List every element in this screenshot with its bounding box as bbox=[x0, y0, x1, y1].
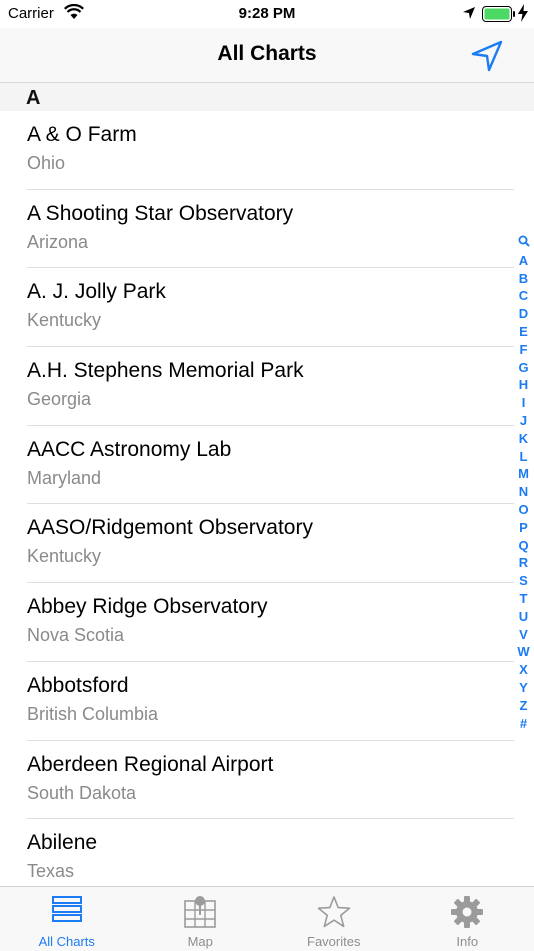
index-letter[interactable]: J bbox=[520, 412, 527, 430]
list-item[interactable]: AACC Astronomy Lab Maryland bbox=[0, 426, 534, 505]
charging-bolt-icon bbox=[518, 4, 528, 26]
list-item[interactable]: A. J. Jolly Park Kentucky bbox=[0, 268, 534, 347]
index-letter[interactable]: T bbox=[520, 590, 528, 608]
tab-info[interactable]: Info bbox=[401, 887, 534, 951]
section-header-a: A bbox=[0, 83, 534, 111]
index-letter[interactable]: U bbox=[519, 608, 528, 626]
list-item[interactable]: A Shooting Star Observatory Arizona bbox=[0, 190, 534, 269]
index-letter[interactable]: V bbox=[519, 626, 528, 644]
list-item-name: A.H. Stephens Memorial Park bbox=[27, 359, 304, 383]
tab-favorites[interactable]: Favorites bbox=[267, 887, 401, 951]
list-item[interactable]: AASO/Ridgemont Observatory Kentucky bbox=[0, 504, 534, 583]
index-letter[interactable]: K bbox=[519, 430, 528, 448]
list-item-name: AASO/Ridgemont Observatory bbox=[27, 516, 313, 540]
list-item-name: Abilene bbox=[27, 831, 97, 855]
index-letter[interactable]: # bbox=[520, 715, 527, 733]
list-item-name: A. J. Jolly Park bbox=[27, 280, 166, 304]
list-item-name: A Shooting Star Observatory bbox=[27, 202, 293, 226]
list-item[interactable]: Aberdeen Regional Airport South Dakota bbox=[0, 741, 534, 820]
index-letter[interactable]: L bbox=[520, 448, 528, 466]
tab-bar: All Charts Map Favorites bbox=[0, 886, 534, 951]
list-item[interactable]: Abbotsford British Columbia bbox=[0, 662, 534, 741]
star-icon bbox=[317, 895, 351, 934]
index-letter[interactable]: W bbox=[517, 643, 529, 661]
index-letter[interactable]: Y bbox=[519, 679, 528, 697]
tab-map[interactable]: Map bbox=[134, 887, 268, 951]
index-letter[interactable]: B bbox=[519, 270, 528, 288]
index-letter[interactable]: N bbox=[519, 483, 528, 501]
list-item-region: Ohio bbox=[27, 153, 65, 174]
index-letter[interactable]: I bbox=[522, 394, 526, 412]
list-item[interactable]: Abbey Ridge Observatory Nova Scotia bbox=[0, 583, 534, 662]
tab-label: Favorites bbox=[267, 934, 401, 949]
index-letter[interactable]: M bbox=[518, 465, 529, 483]
index-letter[interactable]: R bbox=[519, 554, 528, 572]
list-item-region: Kentucky bbox=[27, 546, 101, 567]
tab-label: All Charts bbox=[0, 934, 134, 949]
tab-label: Info bbox=[401, 934, 534, 949]
tab-label: Map bbox=[134, 934, 268, 949]
list-item[interactable]: A & O Farm Ohio bbox=[0, 111, 534, 190]
list-item-region: British Columbia bbox=[27, 704, 158, 725]
battery-icon bbox=[482, 6, 516, 26]
index-letter[interactable]: C bbox=[519, 287, 528, 305]
list-item-region: Arizona bbox=[27, 232, 88, 253]
location-arrow-icon[interactable] bbox=[470, 39, 504, 78]
list-icon bbox=[51, 895, 83, 928]
location-services-icon bbox=[462, 6, 476, 24]
index-letter[interactable]: O bbox=[518, 501, 528, 519]
list-item[interactable]: A.H. Stephens Memorial Park Georgia bbox=[0, 347, 534, 426]
index-letter[interactable]: H bbox=[519, 376, 528, 394]
status-bar: Carrier 9:28 PM bbox=[0, 0, 534, 28]
charts-list[interactable]: A A & O Farm Ohio A Shooting Star Observ… bbox=[0, 83, 534, 886]
navigation-bar: All Charts bbox=[0, 28, 534, 83]
index-letter[interactable]: F bbox=[520, 341, 528, 359]
index-letter[interactable]: Z bbox=[520, 697, 528, 715]
tab-all-charts[interactable]: All Charts bbox=[0, 887, 134, 951]
section-index[interactable]: A B C D E F G H I J K L M N O P Q R S T … bbox=[513, 234, 534, 732]
list-item-region: Maryland bbox=[27, 468, 101, 489]
list-item-name: Aberdeen Regional Airport bbox=[27, 753, 273, 777]
index-search-icon[interactable] bbox=[518, 234, 530, 252]
list-item-name: Abbey Ridge Observatory bbox=[27, 595, 267, 619]
list-item-name: Abbotsford bbox=[27, 674, 129, 698]
list-item-region: Kentucky bbox=[27, 310, 101, 331]
index-letter[interactable]: S bbox=[519, 572, 528, 590]
list-item[interactable]: Abilene Texas bbox=[0, 819, 534, 886]
index-letter[interactable]: E bbox=[519, 323, 528, 341]
clock-time: 9:28 PM bbox=[0, 5, 534, 22]
page-title: All Charts bbox=[0, 42, 534, 66]
gear-icon bbox=[450, 895, 484, 934]
list-item-name: AACC Astronomy Lab bbox=[27, 438, 231, 462]
index-letter[interactable]: Q bbox=[518, 537, 528, 555]
list-item-name: A & O Farm bbox=[27, 123, 137, 147]
index-letter[interactable]: P bbox=[519, 519, 528, 537]
list-item-region: Georgia bbox=[27, 389, 91, 410]
index-letter[interactable]: X bbox=[519, 661, 528, 679]
index-letter[interactable]: G bbox=[518, 359, 528, 377]
map-icon bbox=[183, 895, 217, 934]
list-item-region: Nova Scotia bbox=[27, 625, 124, 646]
index-letter[interactable]: D bbox=[519, 305, 528, 323]
list-item-region: South Dakota bbox=[27, 783, 136, 804]
index-letter[interactable]: A bbox=[519, 252, 528, 270]
list-item-region: Texas bbox=[27, 861, 74, 882]
